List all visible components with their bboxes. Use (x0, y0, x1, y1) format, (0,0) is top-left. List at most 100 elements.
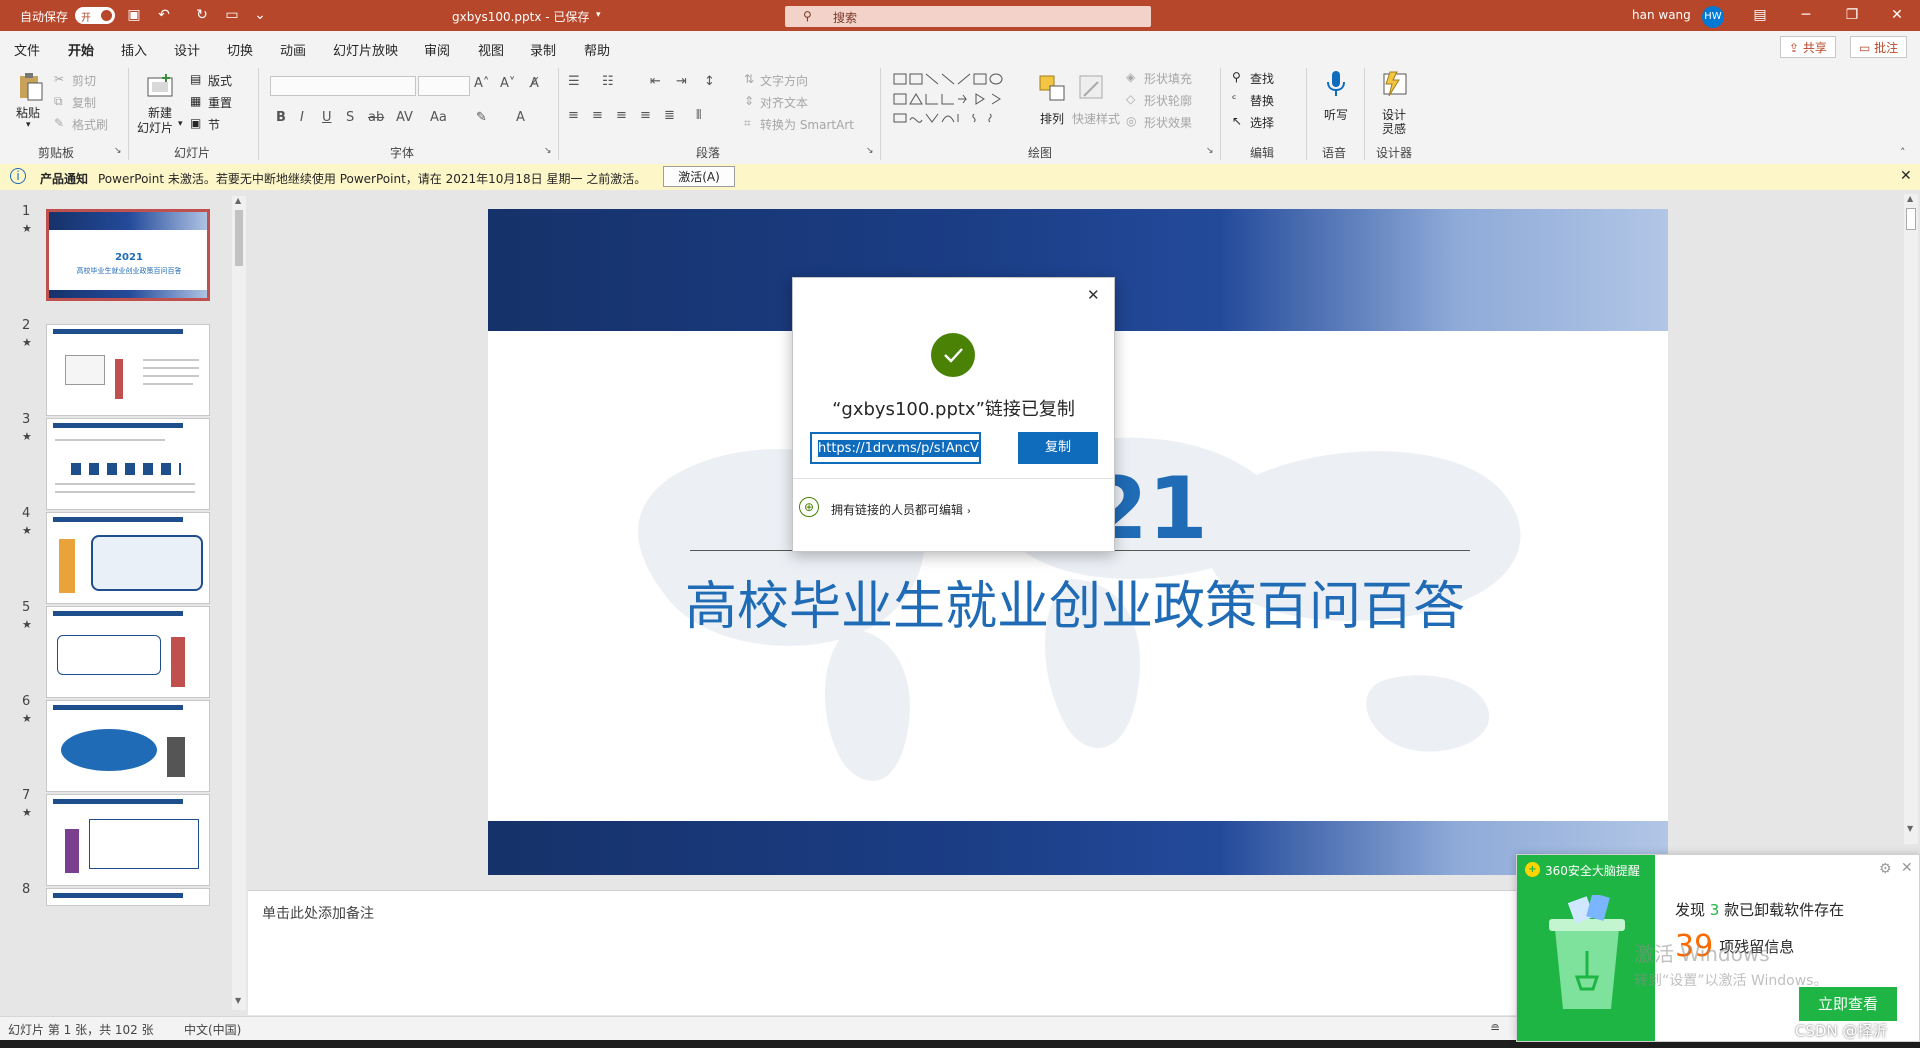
notes-toggle-icon[interactable]: ≘ (1490, 1021, 1500, 1035)
section-button[interactable]: 节 (208, 116, 220, 133)
distributed-icon[interactable]: ≣ (664, 108, 675, 123)
customize-qat-icon[interactable]: ⌄ (252, 7, 268, 23)
save-icon[interactable]: ▣ (126, 7, 142, 23)
quick-styles-button[interactable]: 快速样式 (1072, 110, 1120, 127)
ribbon-display-icon[interactable]: ▤ (1737, 0, 1783, 31)
font-color-icon[interactable]: A (516, 110, 525, 125)
slide-thumbnail-7[interactable] (46, 794, 210, 886)
user-name[interactable]: han wang (1632, 8, 1691, 22)
slide-title[interactable]: 高校毕业生就业创业政策百问百答 (685, 564, 1465, 639)
close-icon[interactable]: ✕ (1874, 0, 1920, 31)
line-spacing-icon[interactable]: ↕ (704, 74, 715, 89)
tab-review[interactable]: 审阅 (424, 40, 450, 59)
link-permission-setting[interactable]: 拥有链接的人员都可编辑 › (831, 501, 971, 518)
dialog-launcher-icon[interactable]: ↘ (114, 146, 122, 156)
dictate-button[interactable]: 听写 (1324, 106, 1348, 123)
tab-view[interactable]: 视图 (478, 40, 504, 59)
shape-fill-button[interactable]: 形状填充 (1144, 70, 1192, 87)
decrease-indent-icon[interactable]: ⇤ (650, 74, 661, 89)
view-now-button[interactable]: 立即查看 (1799, 987, 1897, 1021)
shape-outline-button[interactable]: 形状轮廓 (1144, 92, 1192, 109)
close-icon[interactable]: ✕ (1087, 286, 1100, 304)
strikethrough-icon[interactable]: ab (368, 110, 384, 125)
tab-file[interactable]: 文件 (14, 40, 40, 59)
tab-record[interactable]: 录制 (530, 40, 556, 59)
font-name-combo[interactable] (270, 76, 416, 96)
collapse-ribbon-icon[interactable]: ˄ (1900, 146, 1906, 159)
thumbnail-scrollbar[interactable]: ▲ ▼ (232, 196, 246, 1010)
chevron-down-icon[interactable]: ▾ (26, 120, 31, 130)
slide-thumbnail-8[interactable] (46, 888, 210, 906)
activate-button[interactable]: 激活(A) (663, 166, 735, 187)
copy-button[interactable]: 复制 (72, 94, 96, 111)
columns-icon[interactable]: ⫴ (696, 108, 701, 123)
comments-button[interactable]: ▭ 批注 (1850, 36, 1908, 58)
shadow-icon[interactable]: S (346, 110, 354, 125)
settings-gear-icon[interactable]: ⚙ (1879, 861, 1892, 877)
bold-icon[interactable]: B (276, 110, 286, 125)
tab-design[interactable]: 设计 (174, 40, 200, 59)
undo-icon[interactable]: ↶ (156, 7, 172, 23)
slide-thumbnail-6[interactable] (46, 700, 210, 792)
select-button[interactable]: 选择 (1250, 114, 1274, 131)
chevron-down-icon[interactable]: ▾ (178, 119, 183, 129)
slide-thumbnail-2[interactable] (46, 324, 210, 416)
scroll-down-icon[interactable]: ▼ (235, 996, 241, 1005)
align-text-button[interactable]: 对齐文本 (760, 94, 808, 111)
present-icon[interactable]: ▭ (224, 7, 240, 23)
numbering-icon[interactable]: ☷ (602, 74, 614, 89)
slide-thumbnail-3[interactable] (46, 418, 210, 510)
copy-link-button[interactable]: 复制 (1018, 432, 1098, 464)
bullets-icon[interactable]: ☰ (568, 74, 580, 89)
underline-icon[interactable]: U (322, 110, 332, 125)
smartart-button[interactable]: 转换为 SmartArt (760, 116, 854, 133)
autosave-toggle[interactable]: 开 (75, 7, 115, 24)
cut-button[interactable]: 剪切 (72, 72, 96, 89)
find-button[interactable]: 查找 (1250, 70, 1274, 87)
slide-thumbnail-1[interactable]: 2021 高校毕业生就业创业政策百问百答 (46, 209, 210, 301)
tab-insert[interactable]: 插入 (121, 40, 147, 59)
dialog-launcher-icon[interactable]: ↘ (866, 146, 874, 156)
align-right-icon[interactable]: ≡ (616, 108, 627, 123)
increase-indent-icon[interactable]: ⇥ (676, 74, 687, 89)
justify-icon[interactable]: ≡ (640, 108, 651, 123)
dialog-launcher-icon[interactable]: ↘ (1206, 146, 1214, 156)
align-center-icon[interactable]: ≡ (592, 108, 603, 123)
share-link-field[interactable]: https://1drv.ms/p/s!AncVpT8UY (810, 432, 981, 464)
minimize-icon[interactable]: ─ (1783, 0, 1829, 31)
align-left-icon[interactable]: ≡ (568, 108, 579, 123)
dialog-launcher-icon[interactable]: ↘ (544, 146, 552, 156)
language-indicator[interactable]: 中文(中国) (184, 1021, 241, 1038)
share-button[interactable]: ⇪ 共享 (1780, 36, 1836, 58)
font-shrink-icon[interactable]: A˅ (500, 76, 515, 91)
search-box[interactable]: ⚲ 搜索 (785, 6, 1151, 27)
close-icon[interactable]: ✕ (1901, 860, 1913, 876)
scroll-up-icon[interactable]: ▲ (235, 196, 241, 205)
tab-help[interactable]: 帮助 (584, 40, 610, 59)
tab-animations[interactable]: 动画 (280, 40, 306, 59)
change-case-icon[interactable]: Aa (430, 110, 447, 125)
char-spacing-icon[interactable]: AV (396, 110, 413, 125)
format-painter-button[interactable]: 格式刷 (72, 116, 108, 133)
scrollbar-thumb[interactable] (1906, 208, 1916, 230)
italic-icon[interactable]: I (300, 110, 304, 125)
scroll-down-icon[interactable]: ▼ (1907, 824, 1913, 833)
tab-slideshow[interactable]: 幻灯片放映 (333, 40, 398, 59)
redo-icon[interactable]: ↻ (194, 7, 210, 23)
new-slide-label-2[interactable]: 幻灯片 (137, 119, 173, 136)
replace-button[interactable]: 替换 (1250, 92, 1274, 109)
shapes-gallery[interactable] (890, 70, 1020, 140)
reset-button[interactable]: 重置 (208, 94, 232, 111)
layout-button[interactable]: 版式 (208, 72, 232, 89)
slide-scrollbar[interactable]: ▲ ▼ (1904, 194, 1918, 844)
document-title[interactable]: gxbys100.pptx - 已保存 (452, 8, 589, 25)
font-size-combo[interactable] (418, 76, 470, 96)
close-icon[interactable]: ✕ (1900, 168, 1912, 184)
paste-button[interactable]: 粘贴 (16, 104, 40, 121)
text-direction-button[interactable]: 文字方向 (760, 72, 808, 89)
arrange-button[interactable]: 排列 (1040, 110, 1064, 127)
chevron-down-icon[interactable]: ▾ (596, 10, 601, 20)
designer-label-2[interactable]: 灵感 (1382, 120, 1406, 137)
clear-format-icon[interactable]: A̸ (530, 76, 539, 91)
slide-thumbnail-4[interactable] (46, 512, 210, 604)
